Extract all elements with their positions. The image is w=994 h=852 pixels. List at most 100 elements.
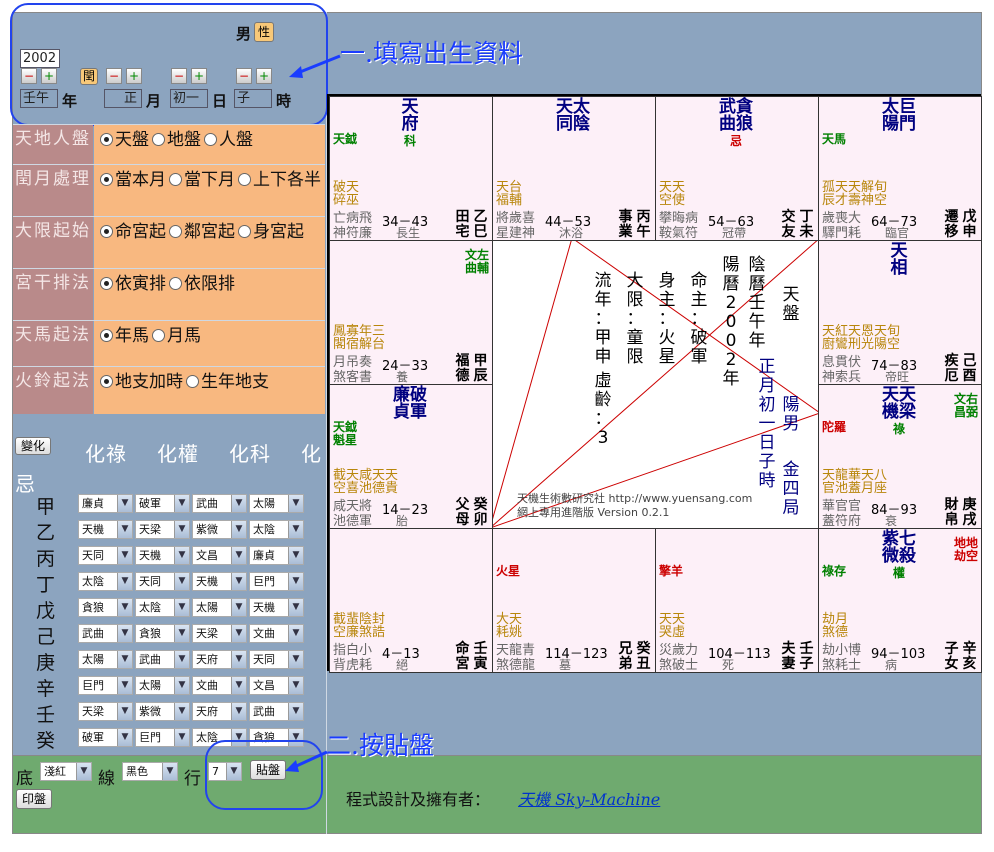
option-choice[interactable]: 月馬	[149, 326, 201, 346]
heavenly-stem-label: 辛	[36, 678, 56, 700]
hua-star-select[interactable]: 破軍 ▼	[135, 494, 190, 513]
dropdown-arrow-icon: ▼	[231, 651, 246, 668]
hua-star-select[interactable]: 文曲 ▼	[192, 676, 247, 695]
hua-star-select[interactable]: 紫微 ▼	[192, 520, 247, 539]
hua-star-select[interactable]: 武曲 ▼	[78, 624, 133, 643]
hua-star-select[interactable]: 武曲 ▼	[192, 494, 247, 513]
dropdown-arrow-icon: ▼	[231, 573, 246, 590]
hua-star-select[interactable]: 太陽 ▼	[135, 676, 190, 695]
minor-star-line: 碎巫	[333, 193, 360, 208]
option-choice[interactable]: 天盤	[97, 130, 149, 150]
option-row: 火鈴起法 地支加時 生年地支	[13, 366, 325, 414]
hua-star-select[interactable]: 武曲 ▼	[135, 650, 190, 669]
hua-star-select[interactable]: 太陰 ▼	[135, 598, 190, 617]
print-chart-button[interactable]: 印盤	[16, 789, 52, 809]
palace-name-char: 田	[455, 209, 470, 225]
radio-button[interactable]	[238, 225, 251, 238]
credit-link[interactable]: 天機 Sky-Machine	[518, 786, 660, 810]
hua-star-select[interactable]: 廉貞 ▼	[78, 494, 133, 513]
hua-star-select[interactable]: 太陽 ▼	[192, 598, 247, 617]
hua-star-select[interactable]: 天府 ▼	[192, 702, 247, 721]
hua-star-select[interactable]: 天同 ▼	[78, 546, 133, 565]
arrow-step2-icon	[285, 750, 328, 772]
option-choice[interactable]: 命宮起	[97, 222, 166, 242]
option-choice[interactable]: 當本月	[97, 170, 166, 190]
option-choice[interactable]: 上下各半	[235, 170, 321, 190]
palace-name-char: 德	[455, 368, 470, 384]
hua-star-select[interactable]: 天梁 ▼	[135, 520, 190, 539]
hua-star-select[interactable]: 天府 ▼	[192, 650, 247, 669]
minor-stars: 天天 哭虛	[659, 613, 685, 639]
option-choice[interactable]: 鄰宮起	[166, 222, 235, 242]
center-char: 2	[725, 350, 737, 370]
option-choice[interactable]: 身宮起	[235, 222, 304, 242]
hua-star-select[interactable]: 巨門 ▼	[135, 728, 190, 747]
radio-button[interactable]	[100, 329, 113, 342]
dropdown-arrow-icon: ▼	[117, 677, 132, 694]
hua-star-select[interactable]: 太陰 ▼	[78, 572, 133, 591]
hua-star-select[interactable]: 天同 ▼	[249, 650, 304, 669]
shensha-line2: 鞍氣符	[659, 226, 699, 241]
dropdown-arrow-icon: ▼	[288, 521, 303, 538]
option-choice[interactable]: 當下月	[166, 170, 235, 190]
bg-color-select[interactable]: 淺紅 ▼	[40, 762, 92, 781]
hua-star-select[interactable]: 太陽 ▼	[249, 494, 304, 513]
line-color-select[interactable]: 黑色 ▼	[122, 762, 178, 781]
hua-star-select[interactable]: 文曲 ▼	[249, 624, 304, 643]
option-choice[interactable]: 依限排	[166, 274, 235, 294]
minor-star-line: 閣宿解台	[333, 337, 386, 352]
center-char: 火	[658, 328, 676, 348]
hua-star-select[interactable]: 文昌 ▼	[192, 546, 247, 565]
hua-star-select[interactable]: 文昌 ▼	[249, 676, 304, 695]
hua-star-select[interactable]: 天機 ▼	[192, 572, 247, 591]
radio-button[interactable]	[204, 133, 217, 146]
radio-button[interactable]	[238, 173, 251, 186]
radio-button[interactable]	[100, 375, 113, 388]
hua-star-select[interactable]: 紫微 ▼	[135, 702, 190, 721]
option-choice[interactable]: 依寅排	[97, 274, 166, 294]
hua-star-select[interactable]: 太陽 ▼	[78, 650, 133, 669]
hua-star-select[interactable]: 貪狼 ▼	[135, 624, 190, 643]
side-star: 曲輔	[464, 261, 489, 275]
hua-star-select[interactable]: 天梁 ▼	[78, 702, 133, 721]
radio-button[interactable]	[100, 225, 113, 238]
hua-star-select[interactable]: 巨門 ▼	[249, 572, 304, 591]
option-choice[interactable]: 地支加時	[97, 372, 183, 392]
palace-name-char: 厄	[944, 368, 959, 384]
hua-star-select[interactable]: 破軍 ▼	[78, 728, 133, 747]
hua-star-select[interactable]: 太陰 ▼	[249, 520, 304, 539]
radio-button[interactable]	[169, 277, 182, 290]
hua-star-select[interactable]: 廉貞 ▼	[249, 546, 304, 565]
hua-star-select[interactable]: 天機 ▼	[78, 520, 133, 539]
select-value: 太陽	[196, 601, 218, 614]
radio-button[interactable]	[186, 375, 199, 388]
hua-star-select[interactable]: 貪狼 ▼	[78, 598, 133, 617]
option-choice[interactable]: 人盤	[201, 130, 253, 150]
hua-star-select[interactable]: 天機 ▼	[135, 546, 190, 565]
center-char: 命	[690, 271, 708, 291]
radio-button[interactable]	[152, 329, 165, 342]
hua-star-select[interactable]: 武曲 ▼	[249, 702, 304, 721]
hua-star-select[interactable]: 天梁 ▼	[192, 624, 247, 643]
hua-star-select[interactable]: 天機 ▼	[249, 598, 304, 617]
option-row: 天馬起法 年馬 月馬	[13, 320, 325, 366]
option-choice[interactable]: 地盤	[149, 130, 201, 150]
radio-button[interactable]	[100, 133, 113, 146]
hua-star-select[interactable]: 天同 ▼	[135, 572, 190, 591]
palace-name-char: 女	[944, 656, 959, 672]
transform-button[interactable]: 變化	[15, 437, 51, 455]
minor-star-line: 辰才壽神空	[822, 193, 888, 208]
hua-star-select[interactable]: 巨門 ▼	[78, 676, 133, 695]
palace-name: 父母	[455, 498, 470, 528]
radio-button[interactable]	[100, 277, 113, 290]
heavenly-stem-label: 癸	[36, 730, 56, 752]
xu-sui: 虛齡： 3	[593, 372, 613, 448]
shensha-line2: 煞耗士	[822, 658, 862, 673]
radio-button[interactable]	[169, 225, 182, 238]
radio-button[interactable]	[169, 173, 182, 186]
radio-button[interactable]	[152, 133, 165, 146]
option-choice[interactable]: 年馬	[97, 326, 149, 346]
palace-name: 命宮	[455, 642, 470, 672]
radio-button[interactable]	[100, 173, 113, 186]
option-choice[interactable]: 生年地支	[183, 372, 269, 392]
